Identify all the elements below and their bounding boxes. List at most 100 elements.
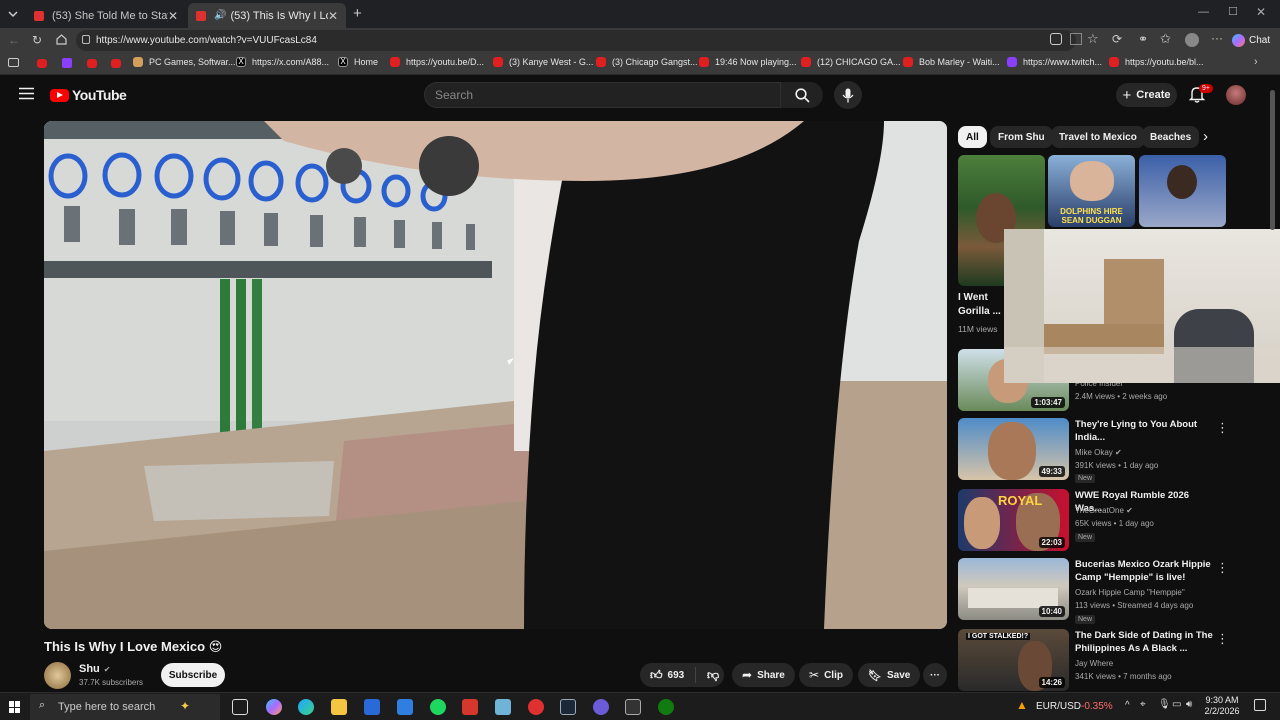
bookmark-x-a88[interactable]: Xhttps://x.com/A88... [236, 57, 329, 67]
like-button[interactable]: 👍︎ 693 [640, 667, 696, 683]
bookmarks-overflow-icon[interactable]: › [1254, 56, 1258, 68]
more-menu-icon[interactable]: ··· [1211, 31, 1223, 45]
more-actions-icon[interactable]: ⋮ [1216, 560, 1229, 576]
split-screen-icon[interactable]: ⚭ [1138, 32, 1148, 46]
reload-icon[interactable]: ↻ [32, 33, 42, 47]
rec-item[interactable]: I GOT STALKED!? 14:26 The Dark Side of D… [958, 629, 1268, 693]
more-actions-button[interactable]: ··· [923, 663, 947, 687]
bookmark-youtube-icon[interactable] [87, 59, 97, 68]
save-button[interactable]: 🔖︎ Save [858, 663, 921, 687]
account-avatar[interactable] [1226, 85, 1246, 105]
bookmark-x-home[interactable]: X Home [338, 57, 378, 67]
favorites-icon[interactable]: ✩ [1160, 31, 1171, 47]
more-actions-icon[interactable]: ⋮ [1216, 631, 1229, 647]
channel-avatar[interactable] [44, 662, 71, 689]
ticker-label[interactable]: EUR/USD [1036, 701, 1081, 712]
bookmark-twitch-icon[interactable] [62, 58, 72, 68]
rec-title[interactable]: Bucerias Mexico Ozark Hippie Camp "Hempp… [1075, 558, 1215, 584]
rec-title[interactable]: The Dark Side of Dating in The Philippin… [1075, 629, 1215, 655]
more-actions-icon[interactable]: ⋮ [1216, 420, 1229, 436]
tab-list-icon[interactable] [6, 7, 20, 21]
tab-she-told-me[interactable]: (53) She Told Me to Stay in India ✕ [26, 3, 186, 28]
profile-avatar[interactable] [1185, 33, 1199, 47]
share-button[interactable]: ➦ Share [732, 663, 795, 687]
rec-thumbnail[interactable]: 49:33 [958, 418, 1069, 480]
subscribe-button[interactable]: Subscribe [161, 663, 225, 687]
clip-button[interactable]: ✂ Clip [799, 663, 853, 687]
page-scrollbar[interactable] [1270, 90, 1275, 230]
bookmark-youtube-icon[interactable] [111, 59, 121, 68]
chip-from-shu[interactable]: From Shu [990, 126, 1053, 148]
bookmark-now-playing[interactable]: 19:46 Now playing... [699, 57, 797, 67]
copilot-icon[interactable] [266, 699, 282, 715]
chip-all[interactable]: All [958, 126, 987, 148]
back-icon[interactable]: ← [8, 33, 20, 47]
rec-thumbnail[interactable]: ROYAL 22:03 [958, 489, 1069, 551]
dislike-button[interactable]: 👎︎ [701, 668, 719, 683]
create-button[interactable]: + Create [1116, 83, 1177, 107]
clock[interactable]: 9:30 AM 2/2/2026 [1202, 695, 1242, 717]
rec-title[interactable]: They're Lying to You About India... [1075, 418, 1215, 444]
channel-name[interactable]: Shu ✔ [79, 663, 110, 675]
app-icon[interactable] [462, 699, 478, 715]
app-icon[interactable] [593, 699, 609, 715]
chip-travel-to-mexico[interactable]: Travel to Mexico [1051, 126, 1145, 148]
new-tab-icon[interactable]: + [353, 5, 362, 22]
voice-search-button[interactable] [834, 81, 862, 109]
outlook-icon[interactable] [397, 699, 413, 715]
epic-games-icon[interactable] [625, 699, 641, 715]
chip-beaches[interactable]: Beaches [1142, 126, 1200, 148]
home-icon[interactable] [55, 33, 68, 46]
microphone-tray-icon[interactable]: 🎙︎ [1158, 699, 1171, 710]
bookmark-youtu-be-d[interactable]: https://youtu.be/D... [390, 57, 484, 67]
translate-icon[interactable] [1050, 33, 1062, 45]
rec-item[interactable]: 49:33 They're Lying to You About India..… [958, 418, 1268, 483]
video-player[interactable] [44, 121, 947, 629]
xbox-icon[interactable] [658, 699, 674, 715]
close-tab-icon[interactable]: ✕ [328, 9, 338, 23]
speaker-icon[interactable]: 🔊 [214, 10, 226, 21]
bookmark-kanye[interactable]: (3) Kanye West - G... [493, 57, 593, 67]
hamburger-menu-icon[interactable] [19, 87, 34, 100]
short-thumb-dolphins[interactable]: DOLPHINS HIRE SEAN DUGGAN [1048, 155, 1135, 227]
bookmark-chicago-ga[interactable]: (12) CHICAGO GA... [801, 57, 901, 67]
location-icon[interactable]: ⌖ [1140, 699, 1146, 710]
rec-item[interactable]: ROYAL 22:03 WWE Royal Rumble 2026 Was...… [958, 489, 1268, 553]
task-view-icon[interactable] [232, 699, 248, 715]
url-input[interactable]: https://www.youtube.com/watch?v=VUUFcasL… [76, 30, 1076, 51]
site-info-icon[interactable] [82, 35, 90, 44]
favorite-star-icon[interactable]: ☆ [1087, 31, 1099, 47]
short-thumb-third[interactable] [1139, 155, 1226, 227]
copilot-chat-button[interactable]: Chat [1232, 32, 1274, 48]
rec-thumbnail[interactable]: I GOT STALKED!? 14:26 [958, 629, 1069, 691]
bookmark-bob-marley[interactable]: Bob Marley - Waiti... [903, 57, 1000, 67]
extensions-icon[interactable]: ⟳ [1112, 32, 1122, 46]
network-icon[interactable]: ▭ [1172, 699, 1181, 710]
rec-thumbnail[interactable]: 10:40 [958, 558, 1069, 620]
app-icon[interactable] [528, 699, 544, 715]
tray-overflow-icon[interactable]: ^ [1125, 700, 1130, 711]
bookmark-chicago-gangst[interactable]: (3) Chicago Gangst... [596, 57, 698, 67]
search-input[interactable]: Search [424, 82, 781, 108]
app-available-icon[interactable] [1070, 33, 1082, 45]
bookmark-pc-games[interactable]: PC Games, Softwar... [133, 57, 236, 67]
close-window-icon[interactable]: ✕ [1256, 5, 1266, 19]
bookmark-twitch[interactable]: https://www.twitch... [1007, 57, 1102, 67]
short-title[interactable]: I Went Gorilla ... [958, 291, 1003, 319]
steam-icon[interactable] [560, 699, 576, 715]
reading-list-icon[interactable] [8, 58, 19, 67]
bookmark-youtube-icon[interactable] [37, 59, 47, 68]
rec-item[interactable]: 10:40 Bucerias Mexico Ozark Hippie Camp … [958, 558, 1268, 624]
search-button[interactable] [781, 82, 823, 108]
app-icon[interactable] [495, 699, 511, 715]
store-icon[interactable] [364, 699, 380, 715]
maximize-icon[interactable]: ☐ [1228, 5, 1238, 18]
taskbar-search-input[interactable]: ⌕ Type here to search ✦ [30, 694, 220, 720]
file-explorer-icon[interactable] [331, 699, 347, 715]
volume-icon[interactable]: 🔊︎ [1186, 699, 1192, 710]
notifications-center-icon[interactable] [1254, 699, 1266, 711]
spotify-icon[interactable] [430, 699, 446, 715]
minimize-icon[interactable]: — [1198, 6, 1209, 18]
edge-icon[interactable] [298, 699, 314, 715]
close-tab-icon[interactable]: ✕ [168, 9, 178, 23]
